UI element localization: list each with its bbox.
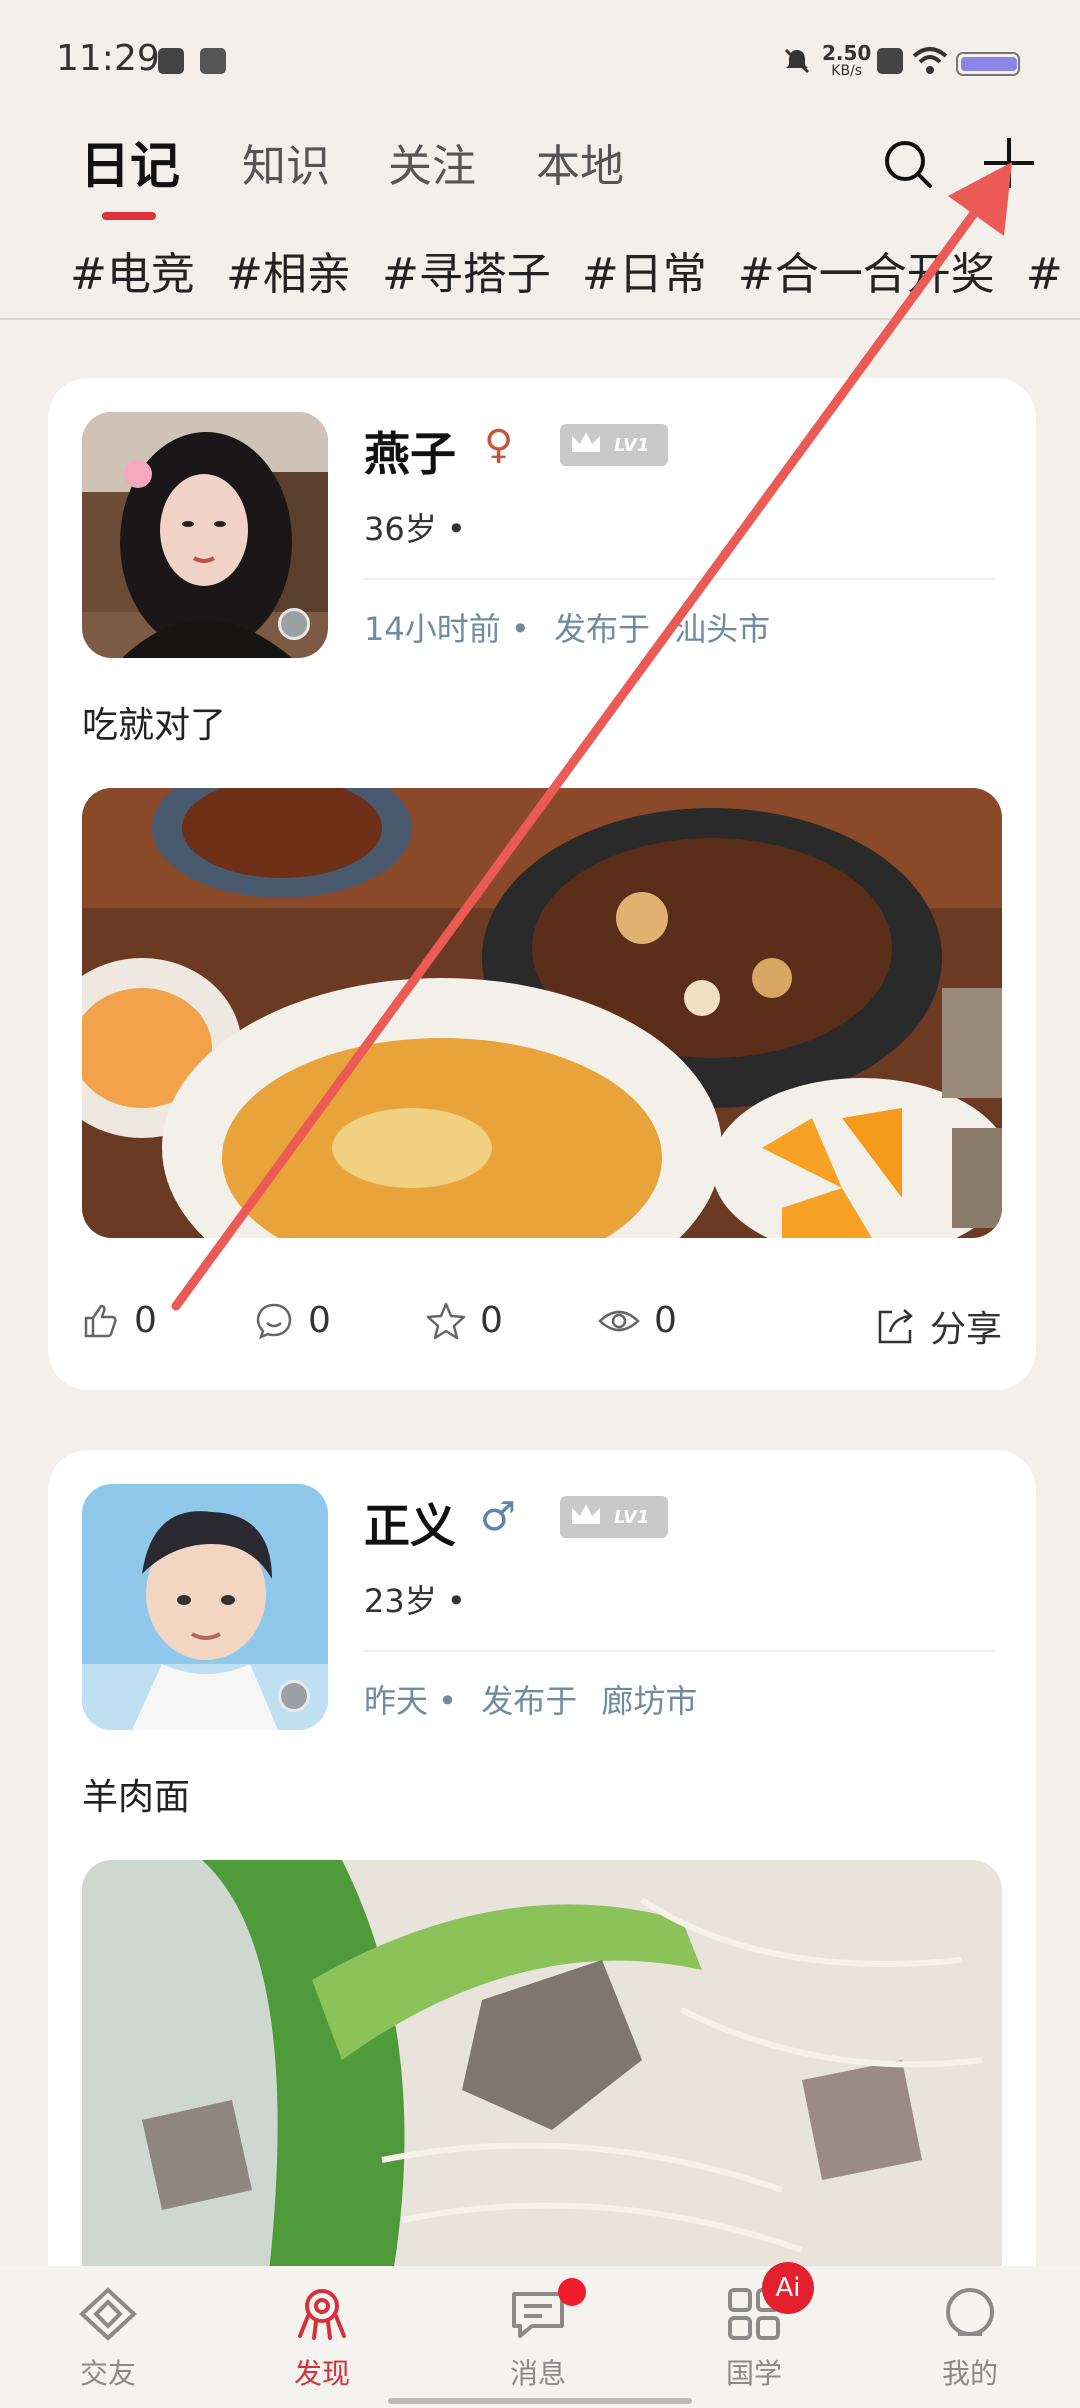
nav-profile[interactable]: 我的 (910, 2286, 1030, 2392)
share-button[interactable]: 分享 (876, 1300, 1002, 1352)
post-actions: 0 0 0 0 分享 (82, 1300, 1002, 1360)
post-city: 汕头市 (674, 610, 771, 648)
level-badge: LV1 (560, 1496, 668, 1538)
nav-label: 消息 (509, 2357, 566, 2390)
post-text: 羊肉面 (82, 1777, 191, 1818)
view-count: 0 (654, 1300, 677, 1341)
nav-label: 发现 (293, 2357, 350, 2390)
hashtag-dating[interactable]: #相亲 (226, 238, 351, 302)
user-name[interactable]: 燕子 (364, 418, 456, 484)
star-icon (426, 1302, 466, 1339)
sim-disabled-icon (877, 48, 903, 74)
crown-icon (572, 1504, 600, 1524)
hashtag-strip: #电竞 #相亲 #寻搭子 #日常 #合一合开奖 # (70, 238, 1080, 308)
comment-button[interactable]: 0 (254, 1300, 331, 1341)
nav-label: 交友 (79, 2357, 136, 2390)
hashtag-daily[interactable]: #日常 (582, 238, 707, 302)
nav-label: 国学 (725, 2357, 782, 2390)
post-card[interactable]: 正义 ♂ LV1 23岁 • 昨天 • 发布于 廊坊市 羊肉面 (48, 1450, 1036, 2330)
search-icon[interactable] (882, 138, 934, 190)
comment-icon (256, 1303, 292, 1339)
info-divider (364, 578, 994, 580)
hashtag-find-partner[interactable]: #寻搭子 (382, 238, 551, 302)
level-label: LV1 (614, 435, 650, 456)
ai-badge: Ai (762, 2262, 814, 2314)
calendar-notification-icon (200, 48, 226, 74)
nav-messages[interactable]: 消息 (478, 2278, 598, 2392)
eye-icon (598, 1310, 640, 1331)
tab-knowledge[interactable]: 知识 (242, 130, 330, 194)
hashtag-esports[interactable]: #电竞 (70, 238, 195, 302)
user-age: 23岁 • (364, 1582, 466, 1620)
female-icon: ♀ (484, 422, 514, 468)
wifi-icon (912, 47, 948, 74)
level-badge: LV1 (560, 424, 668, 466)
tab-diary[interactable]: 日记 (80, 126, 180, 198)
unread-dot (558, 2278, 586, 2306)
mute-bell-icon (784, 48, 810, 74)
online-status-dot (278, 608, 310, 640)
comment-count: 0 (308, 1300, 331, 1341)
home-indicator[interactable] (388, 2398, 692, 2404)
bottom-nav: 交友 发现 消息 国学 Ai 我的 (0, 2262, 1080, 2408)
nav-friends[interactable]: 交友 (48, 2286, 168, 2392)
status-time: 11:29 (56, 38, 160, 79)
online-status-dot (278, 1680, 310, 1712)
notification-app-icon (158, 48, 184, 74)
crown-icon (572, 432, 600, 452)
user-age: 36岁 • (364, 510, 466, 548)
hashtag-more[interactable]: # (1026, 249, 1063, 300)
post-photo[interactable] (82, 788, 1002, 1238)
male-icon: ♂ (480, 1494, 516, 1540)
share-icon (878, 1309, 913, 1344)
user-name[interactable]: 正义 (364, 1490, 456, 1556)
top-tab-bar: 日记 知识 关注 本地 (0, 120, 1080, 220)
avatar[interactable] (82, 1484, 328, 1730)
post-time: 昨天 • (364, 1682, 458, 1720)
tab-local[interactable]: 本地 (536, 130, 624, 194)
post-city: 廊坊市 (601, 1682, 698, 1720)
favorite-count: 0 (480, 1300, 503, 1341)
network-speed-value: 2.50 (822, 41, 872, 65)
noodle-photo-image (82, 1860, 1002, 2330)
post-time: 14小时前 • (364, 610, 530, 648)
like-count: 0 (134, 1300, 157, 1341)
share-label: 分享 (930, 1309, 1003, 1350)
thumbs-up-icon (84, 1304, 117, 1337)
header-divider (0, 318, 1080, 320)
post-meta: 14小时前 • 发布于 汕头市 (364, 604, 770, 650)
food-photo-image (82, 788, 1002, 1238)
hashtag-lottery[interactable]: #合一合开奖 (738, 238, 995, 302)
level-label: LV1 (614, 1507, 650, 1528)
nav-guoxue[interactable]: 国学 Ai (694, 2262, 814, 2392)
published-label: 发布于 (481, 1682, 578, 1720)
post-meta: 昨天 • 发布于 廊坊市 (364, 1676, 697, 1722)
info-divider (364, 1650, 994, 1652)
favorite-button[interactable]: 0 (426, 1300, 503, 1341)
post-photo[interactable] (82, 1860, 1002, 2330)
profile-icon (946, 2288, 994, 2336)
post-card[interactable]: 燕子 ♀ LV1 36岁 • 14小时前 • 发布于 汕头市 吃就对了 0 0 … (48, 378, 1036, 1390)
nav-label: 我的 (941, 2357, 998, 2390)
published-label: 发布于 (553, 610, 650, 648)
add-post-icon[interactable] (982, 136, 1036, 190)
battery-icon (956, 52, 1020, 76)
nav-discover[interactable]: 发现 (262, 2286, 382, 2392)
post-text: 吃就对了 (82, 705, 227, 746)
network-speed: 2.50 KB/s (822, 41, 872, 80)
tab-following[interactable]: 关注 (388, 130, 476, 194)
friends-icon (79, 2287, 137, 2341)
avatar[interactable] (82, 412, 328, 658)
active-tab-indicator (102, 212, 156, 220)
status-bar: 11:29 2.50 KB/s (0, 0, 1080, 120)
discover-icon (298, 2289, 346, 2340)
views-display: 0 (598, 1300, 677, 1341)
like-button[interactable]: 0 (82, 1300, 157, 1341)
